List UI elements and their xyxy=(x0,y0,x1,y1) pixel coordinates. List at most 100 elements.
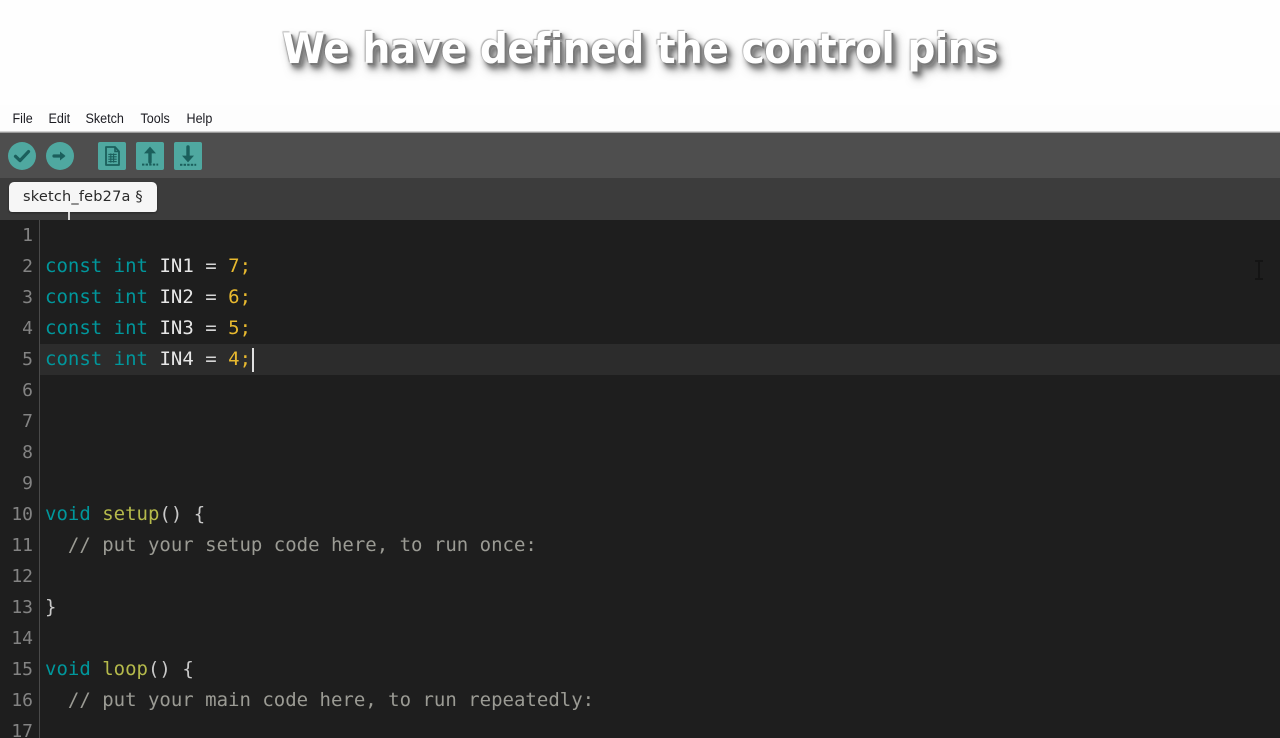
tab-bar: sketch_feb27a § xyxy=(0,178,1280,220)
code-token: } xyxy=(45,596,57,618)
code-editor[interactable]: 1 2 const int IN1 = 7; 3 const int IN2 = 6; 4… xyxy=(0,220,1280,738)
code-token: 6 xyxy=(228,286,240,308)
code-text: } xyxy=(45,592,56,623)
verify-button[interactable] xyxy=(8,141,36,170)
code-line[interactable]: 6 xyxy=(0,375,1280,406)
code-token: IN2 xyxy=(159,286,194,308)
menu-item-sketch[interactable]: Sketch xyxy=(79,109,130,128)
new-file-icon xyxy=(98,142,126,170)
code-token: void xyxy=(45,503,91,525)
code-line[interactable]: 17 xyxy=(0,716,1280,738)
code-token: setup xyxy=(102,503,160,525)
code-line[interactable]: 5 const int IN4 = 4; xyxy=(0,344,1280,375)
code-token: ; xyxy=(239,255,252,277)
code-line[interactable]: 7 xyxy=(0,406,1280,437)
code-line[interactable]: 2 const int IN1 = 7; xyxy=(0,251,1280,282)
open-button[interactable] xyxy=(136,141,164,170)
menu-item-tools[interactable]: Tools xyxy=(134,109,176,128)
code-line[interactable]: 10 void setup() { xyxy=(0,499,1280,530)
tab-notch xyxy=(68,212,70,220)
line-number: 14 xyxy=(11,628,33,649)
text-caret xyxy=(251,348,254,372)
code-token: { xyxy=(193,503,206,525)
code-token: const xyxy=(45,255,103,277)
code-token: void xyxy=(45,658,91,680)
code-token: IN4 xyxy=(159,348,194,370)
code-token: ; xyxy=(239,317,252,339)
line-number: 10 xyxy=(11,504,33,525)
line-number: 16 xyxy=(11,690,33,711)
code-lines: 1 2 const int IN1 = 7; 3 const int IN2 = 6; 4… xyxy=(0,220,1280,738)
code-token: int xyxy=(113,286,148,308)
code-token: const xyxy=(45,348,103,370)
code-line[interactable]: 3 const int IN2 = 6; xyxy=(0,282,1280,313)
arrow-right-icon xyxy=(46,142,74,170)
code-line[interactable]: 1 xyxy=(0,220,1280,251)
code-token: IN3 xyxy=(159,317,194,339)
code-text: // put your main code here, to run repea… xyxy=(45,685,594,716)
code-line[interactable]: 4 const int IN3 = 5; xyxy=(0,313,1280,344)
line-number: 12 xyxy=(11,566,33,587)
menu-bar: File Edit Sketch Tools Help xyxy=(0,105,1280,132)
code-line[interactable]: 13} xyxy=(0,592,1280,623)
code-line[interactable]: 9 xyxy=(0,468,1280,499)
menu-item-help[interactable]: Help xyxy=(180,109,219,128)
new-button[interactable] xyxy=(98,141,126,170)
arrow-down-icon xyxy=(174,142,202,170)
code-token: loop xyxy=(102,658,148,680)
code-token: = xyxy=(205,255,217,277)
slide-banner: We have defined the control pins xyxy=(0,0,1280,105)
code-token: () xyxy=(159,503,183,525)
code-token: () xyxy=(147,658,171,680)
line-number: 8 xyxy=(22,442,33,463)
code-line[interactable]: 12 xyxy=(0,561,1280,592)
line-number: 7 xyxy=(22,411,33,432)
menu-item-edit[interactable]: Edit xyxy=(42,109,77,128)
line-number: 1 xyxy=(22,225,33,246)
sketch-tab[interactable]: sketch_feb27a § xyxy=(9,182,157,212)
line-number: 4 xyxy=(22,318,33,339)
sketch-tab-label: sketch_feb27a § xyxy=(23,189,143,205)
code-line[interactable]: 11 // put your setup code here, to run o… xyxy=(0,530,1280,561)
code-text: void loop() { xyxy=(45,654,194,685)
code-line[interactable]: 15 void loop() { xyxy=(0,654,1280,685)
code-token: = xyxy=(205,348,217,370)
line-number: 3 xyxy=(22,287,33,308)
line-number: 6 xyxy=(22,380,33,401)
code-token: IN1 xyxy=(159,255,194,277)
line-number: 17 xyxy=(11,721,33,738)
menu-item-file[interactable]: File xyxy=(6,109,39,128)
save-button[interactable] xyxy=(174,141,202,170)
code-line[interactable]: 8 xyxy=(0,437,1280,468)
code-line[interactable]: 16 // put your main code here, to run re… xyxy=(0,685,1280,716)
code-text: void setup() { xyxy=(45,499,205,530)
line-number: 2 xyxy=(22,256,33,277)
arrow-up-icon xyxy=(136,142,164,170)
code-text: const int IN1 = 7; xyxy=(45,251,251,282)
code-token: const xyxy=(45,317,103,339)
code-token: = xyxy=(205,286,217,308)
code-token: // put your main code here, to run repea… xyxy=(45,689,595,711)
upload-button[interactable] xyxy=(46,141,74,170)
code-text: const int IN2 = 6; xyxy=(45,282,251,313)
toolbar xyxy=(0,132,1280,178)
code-line[interactable]: 14 xyxy=(0,623,1280,654)
line-number: 15 xyxy=(11,659,33,680)
code-token: int xyxy=(113,348,148,370)
code-token: int xyxy=(113,255,148,277)
